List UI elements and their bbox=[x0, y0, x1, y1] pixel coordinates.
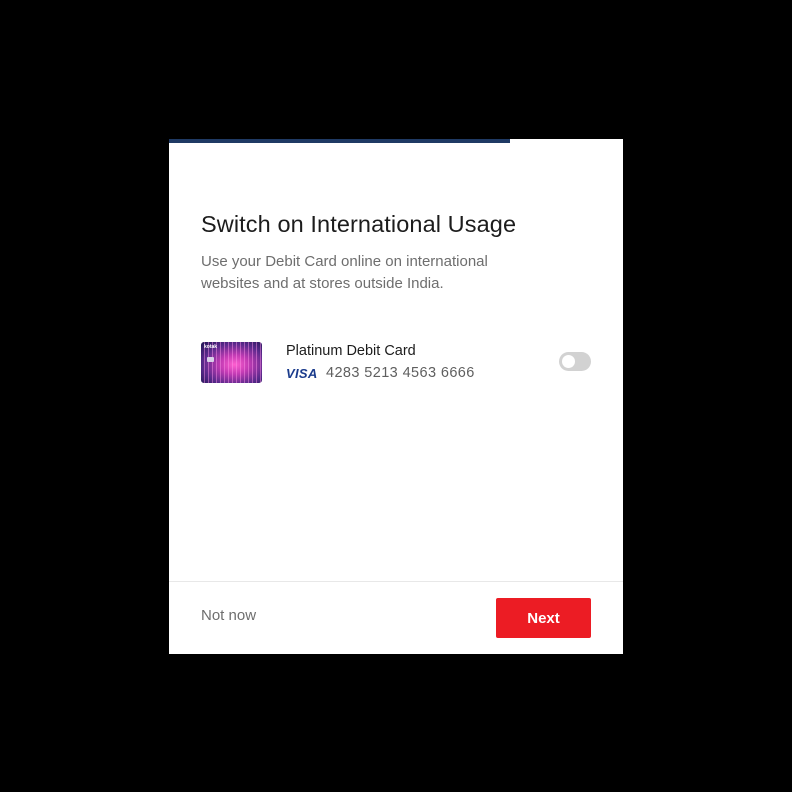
card-name: Platinum Debit Card bbox=[286, 343, 416, 359]
card-brand-logo: kotak bbox=[204, 344, 218, 350]
dialog-title: Switch on International Usage bbox=[201, 211, 517, 237]
next-button[interactable]: Next bbox=[496, 598, 591, 638]
card-number: 4283 5213 4563 6666 bbox=[326, 365, 475, 381]
international-usage-dialog: Switch on International Usage Use your D… bbox=[169, 139, 623, 654]
card-chip-icon bbox=[207, 357, 214, 362]
international-usage-toggle[interactable] bbox=[559, 352, 591, 371]
footer-divider bbox=[169, 581, 623, 582]
toggle-knob bbox=[562, 355, 575, 368]
not-now-button[interactable]: Not now bbox=[201, 607, 256, 624]
visa-logo-icon: VISA bbox=[286, 366, 318, 381]
progress-bar-fill bbox=[169, 139, 510, 143]
card-list-item: kotak Platinum Debit Card VISA 4283 5213… bbox=[201, 342, 591, 384]
progress-bar bbox=[169, 139, 623, 143]
dialog-subtitle: Use your Debit Card online on internatio… bbox=[201, 253, 488, 292]
debit-card-image: kotak bbox=[201, 342, 262, 383]
